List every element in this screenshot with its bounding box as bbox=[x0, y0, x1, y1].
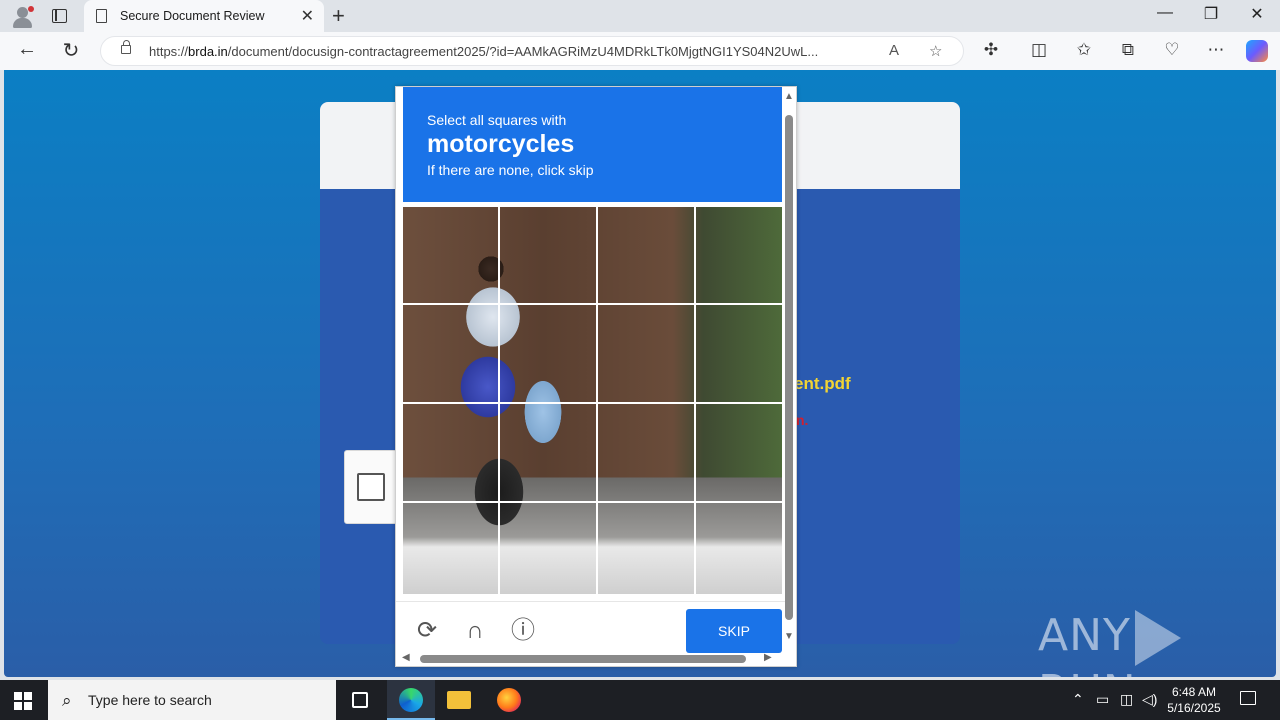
vertical-scroll-thumb[interactable] bbox=[785, 115, 793, 620]
extensions-icon[interactable]: ✣ bbox=[979, 40, 1003, 60]
browser-toolbar: ← ↻ https://brda.in/document/docusign-co… bbox=[0, 32, 1280, 70]
address-bar[interactable]: https://brda.in/document/docusign-contra… bbox=[100, 36, 964, 66]
back-button[interactable]: ← bbox=[14, 38, 40, 61]
tray-chevron-icon[interactable]: ⌃ bbox=[1072, 691, 1084, 708]
captcha-checkbox[interactable] bbox=[357, 473, 385, 501]
browser-tab-bar: Secure Document Review ✕ + — ❐ ✕ bbox=[0, 0, 1280, 32]
tray-device-icon[interactable]: ▭ bbox=[1096, 691, 1109, 708]
captcha-tile[interactable] bbox=[598, 503, 694, 600]
collections-icon[interactable]: ⧉ bbox=[1116, 40, 1140, 60]
scroll-down-arrow-icon[interactable]: ▼ bbox=[784, 631, 794, 642]
new-tab-button[interactable]: + bbox=[332, 3, 345, 29]
close-window-button[interactable]: ✕ bbox=[1234, 4, 1280, 24]
favorites-icon[interactable]: ✩ bbox=[1072, 40, 1096, 60]
captcha-challenge: Select all squares with motorcycles If t… bbox=[395, 86, 797, 667]
taskbar-explorer-button[interactable] bbox=[435, 680, 483, 720]
tab-actions-icon[interactable] bbox=[52, 9, 67, 23]
captcha-tile[interactable] bbox=[696, 207, 788, 303]
task-view-button[interactable] bbox=[336, 680, 384, 720]
url-text[interactable]: https://brda.in/document/docusign-contra… bbox=[149, 44, 873, 59]
vertical-scrollbar[interactable]: ▲ ▼ bbox=[784, 91, 794, 648]
captcha-tile[interactable] bbox=[696, 503, 788, 600]
browser-essentials-icon[interactable]: ♡ bbox=[1160, 40, 1184, 60]
prompt-target: motorcycles bbox=[427, 130, 575, 158]
start-windows-icon[interactable] bbox=[14, 692, 32, 710]
network-icon[interactable]: ◫ bbox=[1120, 691, 1133, 708]
clock-time: 6:48 AM bbox=[1171, 685, 1217, 699]
captcha-tile[interactable] bbox=[598, 207, 694, 303]
captcha-tile[interactable] bbox=[696, 305, 788, 402]
tab-title: Secure Document Review bbox=[120, 9, 265, 23]
page-icon bbox=[96, 9, 107, 23]
anyrun-watermark: ANYRUN bbox=[1038, 610, 1276, 677]
scroll-right-arrow-icon[interactable]: ▶ bbox=[764, 652, 772, 663]
captcha-tile[interactable] bbox=[403, 207, 498, 303]
restore-button[interactable]: ❐ bbox=[1188, 4, 1234, 24]
captcha-image-grid bbox=[403, 207, 782, 594]
captcha-tile[interactable] bbox=[403, 305, 498, 402]
copilot-icon[interactable] bbox=[1246, 40, 1268, 62]
firefox-icon bbox=[497, 688, 521, 712]
info-icon[interactable]: ⓘ bbox=[510, 618, 536, 644]
search-icon: ⌕ bbox=[62, 691, 72, 710]
taskbar-firefox-button[interactable] bbox=[485, 680, 533, 720]
volume-icon[interactable]: ◁) bbox=[1142, 691, 1157, 708]
windows-taskbar: ⌕ Type here to search ⌃ ▭ ◫ ◁) 6:48 AM 5… bbox=[0, 680, 1280, 720]
prompt-hint: If there are none, click skip bbox=[427, 162, 594, 178]
scroll-up-arrow-icon[interactable]: ▲ bbox=[784, 91, 794, 102]
clock-date: 5/16/2025 bbox=[1167, 701, 1221, 715]
search-placeholder: Type here to search bbox=[88, 692, 212, 708]
captcha-tile[interactable] bbox=[598, 305, 694, 402]
captcha-tile[interactable] bbox=[500, 503, 596, 600]
captcha-tile[interactable] bbox=[500, 207, 596, 303]
captcha-tile[interactable] bbox=[403, 503, 498, 600]
refresh-icon[interactable]: ⟳ bbox=[414, 618, 440, 644]
taskbar-clock[interactable]: 6:48 AM 5/16/2025 bbox=[1160, 684, 1228, 716]
read-aloud-icon[interactable]: A bbox=[889, 42, 899, 59]
minimize-button[interactable]: — bbox=[1142, 4, 1188, 22]
lock-icon[interactable] bbox=[121, 40, 131, 54]
taskbar-search-box[interactable]: ⌕ Type here to search bbox=[48, 680, 336, 720]
split-screen-icon[interactable]: ◫ bbox=[1027, 40, 1051, 60]
horizontal-scrollbar[interactable]: ◀ ▶ bbox=[402, 652, 776, 665]
horizontal-scroll-thumb[interactable] bbox=[420, 655, 746, 663]
captcha-tile[interactable] bbox=[403, 404, 498, 501]
captcha-prompt: Select all squares with motorcycles If t… bbox=[403, 87, 782, 202]
task-view-icon bbox=[352, 692, 368, 708]
tab-secure-document-review[interactable]: Secure Document Review ✕ bbox=[84, 0, 324, 32]
more-menu-icon[interactable]: ⋯ bbox=[1204, 40, 1228, 60]
profile-avatar-icon[interactable] bbox=[12, 6, 34, 28]
taskbar-edge-button[interactable] bbox=[387, 680, 435, 720]
prompt-instruction: Select all squares with bbox=[427, 112, 567, 128]
file-explorer-icon bbox=[447, 691, 471, 709]
favorite-star-icon[interactable]: ☆ bbox=[929, 42, 942, 60]
captcha-tile[interactable] bbox=[598, 404, 694, 501]
refresh-button[interactable]: ↻ bbox=[58, 38, 84, 63]
captcha-tile[interactable] bbox=[500, 305, 596, 402]
scroll-left-arrow-icon[interactable]: ◀ bbox=[402, 652, 410, 663]
notifications-icon[interactable] bbox=[1240, 691, 1256, 705]
document-warning-text: n. bbox=[796, 412, 809, 428]
headphones-icon[interactable]: ∩ bbox=[462, 618, 488, 644]
captcha-tile[interactable] bbox=[696, 404, 788, 501]
captcha-tile[interactable] bbox=[500, 404, 596, 501]
edge-icon bbox=[399, 688, 423, 712]
tab-close-icon[interactable]: ✕ bbox=[301, 6, 314, 26]
document-filename: ent.pdf bbox=[794, 374, 851, 393]
play-logo-icon bbox=[1134, 610, 1181, 666]
skip-button[interactable]: SKIP bbox=[686, 609, 782, 653]
captcha-footer: ⟳ ∩ ⓘ SKIP bbox=[396, 601, 786, 653]
